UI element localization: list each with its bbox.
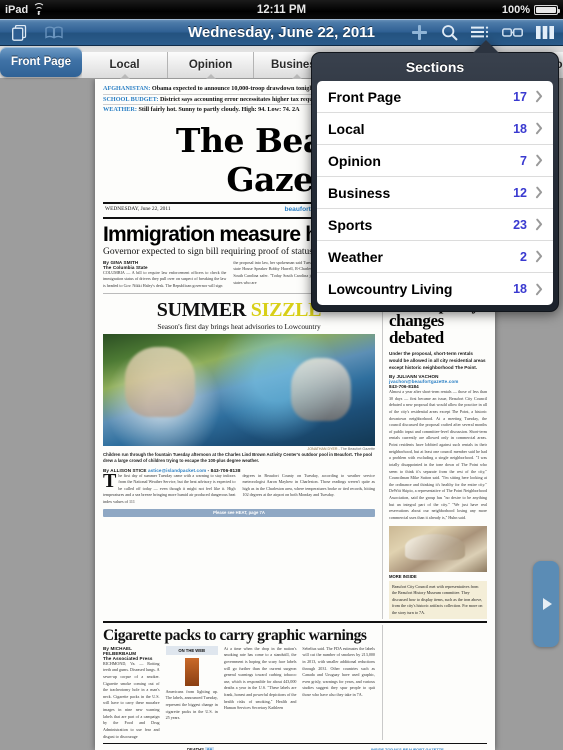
section-label: Front Page (328, 88, 402, 105)
status-bar: iPad 12:11 PM 100% (0, 0, 563, 19)
cigarette-story[interactable]: Cigarette packs to carry graphic warning… (103, 625, 375, 740)
cigarette-body-2: Americans from lighting up. The labels, … (165, 688, 218, 721)
popover-arrow (473, 40, 499, 53)
more-inside-text: Beaufort City Council met with represent… (392, 583, 483, 615)
feature-story[interactable]: SUMMER SIZZLE Season's first day brings … (103, 297, 375, 620)
cigarette-body-4: Sebelius said. The FDA estimates the lab… (302, 645, 375, 698)
rail-deck: Under the proposal, short-term rentals w… (389, 350, 486, 370)
skyline-text: District says accounting error necessita… (159, 95, 331, 103)
photo-credit-name: JONATHAN DYER (307, 446, 338, 451)
section-label: Lowcountry Living (328, 281, 453, 297)
status-bar-right: 100% (501, 3, 560, 16)
cigarette-body-1: RICHMOND, Va. — Rotting teeth and gums. … (103, 660, 160, 739)
cigarette-pack-image (184, 657, 199, 686)
tab-front-page[interactable]: Front Page (0, 47, 83, 77)
chevron-right-icon (536, 218, 544, 231)
chevron-right-icon (536, 250, 544, 263)
cigarette-body-3: At a time when the drop in the nation's … (223, 645, 297, 711)
section-row-local[interactable]: Local 18 (317, 113, 553, 145)
section-count: 23 (513, 217, 527, 232)
cigarette-col-1: By MICHAEL FELBERBAUM The Associated Pre… (103, 646, 160, 741)
feature-body-1: he first day of summer Tuesday came with… (103, 472, 236, 505)
feature-photo-caption: Children run through the fountain Tuesda… (103, 451, 373, 464)
cigarette-byline-source: The Associated Press (103, 655, 153, 661)
chevron-right-icon (536, 154, 544, 167)
feature-columns: T he first day of summer Tuesday came wi… (103, 469, 376, 506)
cigarette-byline: By MICHAEL FELBERBAUM (103, 645, 137, 656)
popover-title: Sections (405, 59, 465, 75)
section-count: 2 (520, 249, 527, 264)
skyline-text: Still fairly hot. Sunny to partly cloudy… (138, 106, 300, 114)
cigarette-headline[interactable]: Cigarette packs to carry graphic warning… (103, 625, 375, 646)
on-the-web-heading: ON THE WEB (165, 645, 218, 655)
cigarette-columns: By MICHAEL FELBERBAUM The Associated Pre… (103, 645, 375, 741)
section-row-business[interactable]: Business 12 (317, 177, 553, 209)
cigarette-story-split: Cigarette packs to carry graphic warning… (103, 625, 487, 741)
section-count: 7 (520, 153, 527, 168)
tab-opinion[interactable]: Opinion (168, 52, 255, 78)
feature-body-2: degrees in Beaufort County on Tuesday, a… (242, 472, 376, 498)
battery-percent-label: 100% (501, 3, 530, 16)
main-content-split: SUMMER SIZZLE Season's first day brings … (103, 296, 487, 620)
skyline-kicker: AFGHANISTAN: (103, 85, 151, 92)
next-page-button[interactable] (533, 561, 559, 647)
chevron-right-icon (536, 186, 544, 199)
photo-credit-source: - The Beaufort Gazette (337, 446, 375, 451)
section-row-lowcountry-living[interactable]: Lowcountry Living 18 (317, 273, 553, 305)
feature-dropcap: T (103, 469, 117, 492)
section-row-opinion[interactable]: Opinion 7 (317, 145, 553, 177)
sections-list-icon[interactable] (471, 26, 489, 40)
feature-col-1-wrap: T he first day of summer Tuesday came wi… (103, 469, 236, 506)
section-row-front-page[interactable]: Front Page 17 (317, 81, 553, 113)
section-count: 12 (513, 185, 527, 200)
feature-photo (103, 333, 375, 446)
cigarette-col-2: ON THE WEB Americans from lighting up. T… (165, 645, 218, 741)
section-label: Weather (328, 248, 383, 265)
more-inside-heading: MORE INSIDE (389, 573, 417, 579)
chevron-right-icon (536, 90, 544, 103)
rail-photo (389, 525, 487, 572)
rail-body: Almost a year after short-term rentals —… (389, 389, 487, 520)
chevron-right-icon (536, 283, 544, 296)
section-count: 17 (513, 89, 527, 104)
sections-popover: Sections Front Page 17 Local 18 Opinion … (311, 40, 559, 312)
section-label: Local (328, 120, 365, 137)
masthead-date: WEDNESDAY, June 22, 2011 (105, 206, 171, 213)
more-inside-box[interactable]: Beaufort City Council met with represent… (389, 580, 487, 620)
divider (103, 621, 487, 624)
reading-view-icon[interactable] (502, 26, 523, 39)
section-label: Business (328, 184, 391, 201)
bottom-index-strip: 7 58667 10007 4 DEATHS 6A Pedro Batista … (103, 743, 487, 750)
popover-shell: Sections Front Page 17 Local 18 Opinion … (311, 52, 559, 312)
skyline-text: Obama expected to announce 10,000-troop … (151, 85, 326, 92)
section-label: Sports (328, 216, 373, 233)
rail-filler-text (389, 625, 487, 632)
sections-list: Front Page 17 Local 18 Opinion 7 Busines… (317, 81, 553, 305)
right-rail-story[interactable]: Rental policy changes debated Under the … (382, 296, 487, 620)
section-count: 18 (513, 282, 527, 296)
feature-deck: Season's first day brings heat advisorie… (157, 321, 321, 331)
skyline-kicker: SCHOOL BUDGET: (103, 95, 159, 103)
ipad-newspaper-app: iPad 12:11 PM 100% Wednesday, June 22, 2… (0, 0, 563, 750)
section-row-weather[interactable]: Weather 2 (317, 241, 553, 273)
section-row-sports[interactable]: Sports 23 (317, 209, 553, 241)
tab-local[interactable]: Local (82, 52, 169, 78)
cigarette-rail-filler (382, 625, 487, 741)
columns-layout-icon[interactable] (536, 26, 554, 39)
feature-jump-link[interactable]: Please see HEAT, page 7A (103, 508, 375, 517)
section-label: Opinion (328, 152, 381, 169)
chevron-right-icon (536, 122, 544, 135)
add-icon[interactable] (411, 24, 428, 41)
lead-col-1: By GINA SMITH The Columbia State COLUMBI… (103, 260, 226, 290)
lead-body-1: COLUMBIA — A bill to require law enforce… (103, 269, 227, 289)
skyline-kicker: WEATHER: (103, 106, 137, 114)
search-icon[interactable] (441, 24, 458, 41)
feature-kicker-main: SUMMER (156, 298, 251, 321)
status-bar-clock: 12:11 PM (256, 3, 307, 16)
battery-full-icon (534, 4, 560, 15)
section-count: 18 (513, 121, 527, 136)
